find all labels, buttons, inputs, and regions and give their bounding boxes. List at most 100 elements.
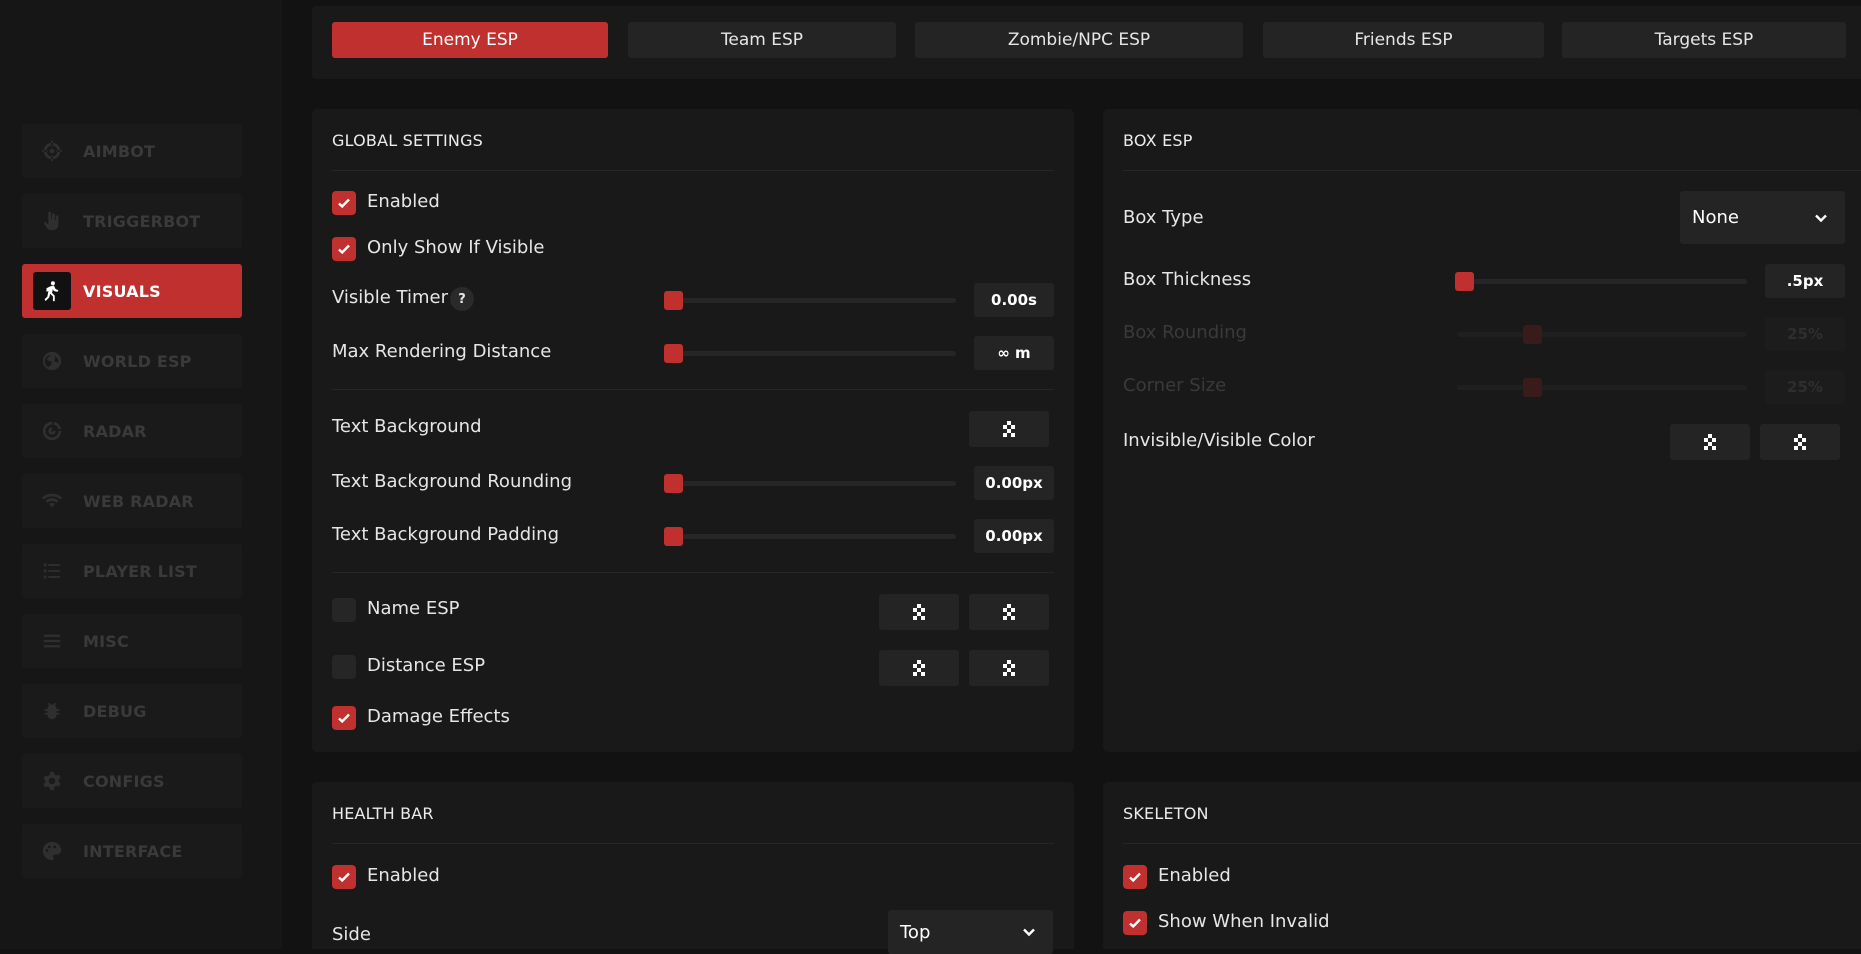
distance-esp-checkbox[interactable] bbox=[332, 655, 356, 679]
sidebar-item-label: INTERFACE bbox=[83, 841, 183, 861]
text-background-rounding-label: Text Background Rounding bbox=[332, 471, 573, 492]
visible-timer-value[interactable]: 0.00s bbox=[974, 283, 1054, 317]
wifi-icon bbox=[33, 482, 71, 520]
sidebar-item-label: MISC bbox=[83, 631, 129, 651]
sidebar-item-triggerbot[interactable]: TRIGGERBOT bbox=[22, 194, 242, 248]
sidebar-item-web-radar[interactable]: WEB RADAR bbox=[22, 474, 242, 528]
name-esp-checkbox[interactable] bbox=[332, 598, 356, 622]
box-thickness-slider-thumb[interactable] bbox=[1455, 272, 1474, 291]
tab-friends-esp[interactable]: Friends ESP bbox=[1263, 22, 1544, 58]
visible-color-button[interactable] bbox=[1760, 424, 1840, 460]
only-show-if-visible-label: Only Show If Visible bbox=[367, 237, 545, 258]
box-rounding-label: Box Rounding bbox=[1123, 322, 1247, 343]
health-bar-enabled-label: Enabled bbox=[367, 865, 440, 886]
sidebar-item-misc[interactable]: MISC bbox=[22, 614, 242, 668]
sidebar-item-label: VISUALS bbox=[83, 281, 161, 301]
show-when-invalid-label: Show When Invalid bbox=[1158, 911, 1330, 932]
text-background-padding-slider-thumb[interactable] bbox=[664, 527, 683, 546]
checker-color-icon bbox=[1701, 433, 1719, 451]
sidebar-item-visuals[interactable]: VISUALS bbox=[22, 264, 242, 318]
max-rendering-distance-value[interactable]: ∞ m bbox=[974, 336, 1054, 370]
checker-color-icon bbox=[1000, 420, 1018, 438]
damage-effects-label: Damage Effects bbox=[367, 706, 510, 727]
sidebar-item-world-esp[interactable]: WORLD ESP bbox=[22, 334, 242, 388]
enabled-checkbox[interactable] bbox=[332, 191, 356, 215]
sidebar-item-debug[interactable]: DEBUG bbox=[22, 684, 242, 738]
chevron-down-icon bbox=[1815, 214, 1827, 222]
text-background-color-button[interactable] bbox=[969, 411, 1049, 447]
sidebar-item-configs[interactable]: CONFIGS bbox=[22, 754, 242, 808]
name-esp-color-button-2[interactable] bbox=[969, 594, 1049, 630]
chevron-down-icon bbox=[1023, 928, 1035, 937]
health-bar-enabled-checkbox[interactable] bbox=[332, 865, 356, 889]
tab-team-esp[interactable]: Team ESP bbox=[628, 22, 896, 58]
divider bbox=[332, 843, 1054, 844]
text-background-padding-value[interactable]: 0.00px bbox=[974, 519, 1054, 553]
box-thickness-label: Box Thickness bbox=[1123, 269, 1252, 290]
damage-effects-checkbox[interactable] bbox=[332, 706, 356, 730]
box-thickness-slider[interactable] bbox=[1457, 279, 1747, 284]
help-icon[interactable]: ? bbox=[450, 287, 474, 311]
tab-targets-esp[interactable]: Targets ESP bbox=[1562, 22, 1846, 58]
skeleton-enabled-label: Enabled bbox=[1158, 865, 1231, 886]
text-background-padding-label: Text Background Padding bbox=[332, 524, 559, 545]
side-value: Top bbox=[900, 921, 931, 943]
panel-title: GLOBAL SETTINGS bbox=[332, 131, 484, 150]
box-rounding-slider-thumb bbox=[1522, 325, 1542, 344]
max-rendering-distance-label: Max Rendering Distance bbox=[332, 341, 552, 362]
box-type-label: Box Type bbox=[1123, 207, 1204, 228]
bug-icon bbox=[33, 692, 71, 730]
radar-icon bbox=[33, 412, 71, 450]
name-esp-color-button[interactable] bbox=[879, 594, 959, 630]
box-esp-panel: BOX ESP Box Type None Box Thickness .5px… bbox=[1103, 109, 1861, 752]
check-icon bbox=[338, 244, 350, 255]
visible-timer-slider-thumb[interactable] bbox=[664, 291, 683, 310]
divider bbox=[1123, 170, 1861, 171]
check-icon bbox=[1129, 872, 1141, 883]
sidebar-item-label: TRIGGERBOT bbox=[83, 211, 201, 231]
show-when-invalid-checkbox[interactable] bbox=[1123, 911, 1147, 935]
text-background-rounding-value[interactable]: 0.00px bbox=[974, 466, 1054, 500]
distance-esp-color-button[interactable] bbox=[879, 650, 959, 686]
text-background-rounding-slider[interactable] bbox=[666, 481, 956, 486]
skeleton-enabled-checkbox[interactable] bbox=[1123, 865, 1147, 889]
text-background-rounding-slider-thumb[interactable] bbox=[664, 474, 683, 493]
max-rendering-distance-slider-thumb[interactable] bbox=[664, 344, 683, 363]
crosshair-icon bbox=[33, 132, 71, 170]
checker-color-icon bbox=[910, 659, 928, 677]
name-esp-label: Name ESP bbox=[367, 598, 460, 619]
tab-zombie-npc-esp[interactable]: Zombie/NPC ESP bbox=[915, 22, 1243, 58]
panel-title: SKELETON bbox=[1123, 804, 1209, 823]
max-rendering-distance-slider[interactable] bbox=[666, 351, 956, 356]
panel-title: HEALTH BAR bbox=[332, 804, 434, 823]
distance-esp-label: Distance ESP bbox=[367, 655, 486, 676]
side-dropdown[interactable]: Top bbox=[888, 910, 1053, 954]
invisible-color-button[interactable] bbox=[1670, 424, 1750, 460]
sidebar-item-interface[interactable]: INTERFACE bbox=[22, 824, 242, 878]
divider bbox=[332, 170, 1054, 171]
sidebar-item-aimbot[interactable]: AIMBOT bbox=[22, 124, 242, 178]
sidebar-item-label: AIMBOT bbox=[83, 141, 156, 161]
menu-lines-icon bbox=[33, 622, 71, 660]
box-type-dropdown[interactable]: None bbox=[1680, 191, 1845, 244]
checker-color-icon bbox=[1000, 659, 1018, 677]
only-show-if-visible-checkbox[interactable] bbox=[332, 237, 356, 261]
sidebar-item-label: WORLD ESP bbox=[83, 351, 192, 371]
sidebar-item-label: WEB RADAR bbox=[83, 491, 194, 511]
divider bbox=[332, 389, 1054, 390]
enabled-label: Enabled bbox=[367, 191, 440, 212]
distance-esp-color-button-2[interactable] bbox=[969, 650, 1049, 686]
trigger-hand-icon bbox=[33, 202, 71, 240]
visible-timer-label: Visible Timer bbox=[332, 287, 448, 308]
corner-size-label: Corner Size bbox=[1123, 375, 1227, 396]
corner-size-value: 25% bbox=[1765, 370, 1845, 404]
tab-enemy-esp[interactable]: Enemy ESP bbox=[332, 22, 608, 58]
corner-size-slider-thumb bbox=[1522, 378, 1542, 397]
box-thickness-value[interactable]: .5px bbox=[1765, 264, 1845, 298]
box-rounding-value: 25% bbox=[1765, 317, 1845, 351]
sidebar-item-player-list[interactable]: PLAYER LIST bbox=[22, 544, 242, 598]
text-background-padding-slider[interactable] bbox=[666, 534, 956, 539]
sidebar-item-radar[interactable]: RADAR bbox=[22, 404, 242, 458]
side-label: Side bbox=[332, 924, 371, 945]
visible-timer-slider[interactable] bbox=[666, 298, 956, 303]
